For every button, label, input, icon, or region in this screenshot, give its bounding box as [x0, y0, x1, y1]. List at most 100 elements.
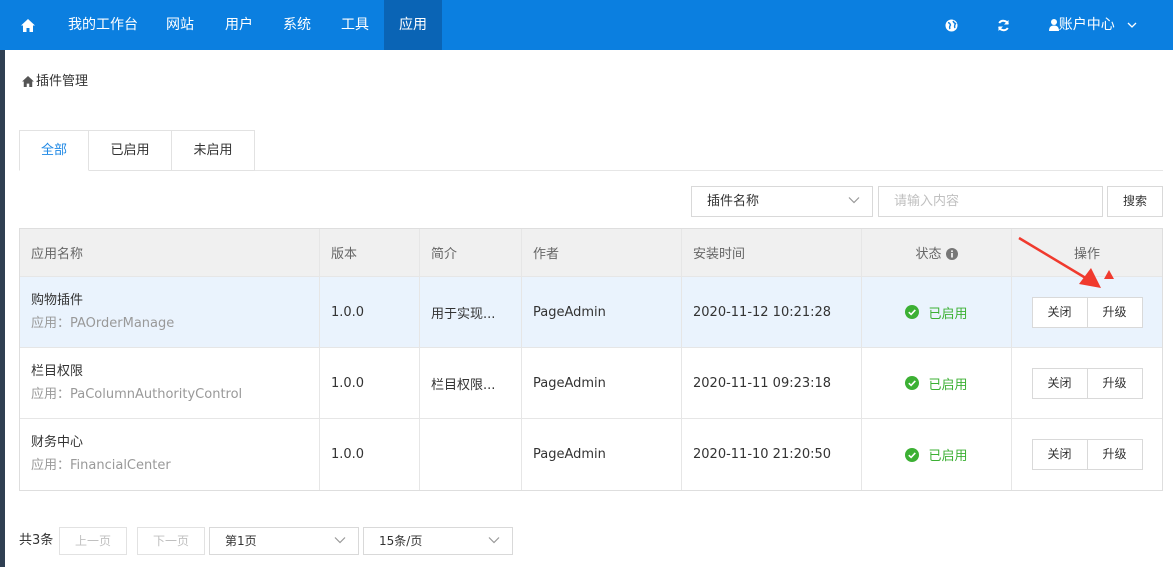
- app-code: 应用：PaColumnAuthorityControl: [31, 386, 243, 402]
- next-page-button[interactable]: 下一页: [137, 527, 205, 555]
- upgrade-button[interactable]: 升级: [1086, 439, 1143, 470]
- cell-installed: 2020-11-11 09:23:18: [682, 348, 862, 418]
- left-edge-strip: [0, 50, 5, 567]
- description: 栏目权限...: [431, 377, 496, 393]
- check-circle-icon: [905, 376, 920, 390]
- chevron-down-icon: [848, 197, 860, 204]
- author: PageAdmin: [533, 447, 606, 462]
- account-center-label: 账户中心: [1058, 17, 1115, 33]
- status-badge: 已启用: [905, 445, 968, 464]
- app-code: 应用：PAOrderManage: [31, 315, 175, 331]
- cell-actions: 关闭 升级: [1012, 419, 1162, 490]
- nav-system[interactable]: 系统: [268, 0, 326, 50]
- top-nav: 我的工作台 网站 用户 系统 工具 应用 账户中心: [0, 0, 1173, 50]
- col-header-name: 应用名称: [20, 229, 320, 276]
- home-icon: [22, 76, 34, 87]
- account-center-menu[interactable]: 账户中心: [1040, 0, 1146, 50]
- install-time: 2020-11-12 10:21:28: [693, 304, 832, 320]
- cell-installed: 2020-11-12 10:21:28: [682, 277, 862, 347]
- plugin-table: 应用名称 版本 简介 作者 安装时间 状态 操作 购物插件 应用：PAOrder…: [19, 228, 1163, 491]
- cell-author: PageAdmin: [522, 277, 682, 347]
- nav-website[interactable]: 网站: [150, 0, 210, 50]
- status-badge: 已启用: [905, 303, 968, 322]
- search-button[interactable]: 搜索: [1107, 186, 1163, 217]
- cell-actions: 关闭 升级: [1012, 348, 1162, 418]
- cell-author: PageAdmin: [522, 419, 682, 490]
- page-select-value: 第1页: [225, 534, 257, 548]
- cell-version: 1.0.0: [320, 419, 420, 490]
- pagination-total: 共3条: [19, 533, 54, 548]
- cell-desc: 用于实现...: [420, 277, 522, 347]
- status-label: 已启用: [928, 449, 968, 464]
- version: 1.0.0: [331, 304, 365, 320]
- cell-app-name: 栏目权限 应用：PaColumnAuthorityControl: [20, 348, 320, 418]
- search-field-value: 插件名称: [707, 194, 760, 209]
- globe-icon: [945, 19, 957, 31]
- col-header-status-label: 状态: [915, 247, 942, 262]
- author: PageAdmin: [533, 375, 606, 391]
- info-icon[interactable]: [945, 248, 958, 260]
- col-header-installed: 安装时间: [682, 229, 862, 276]
- col-header-desc: 简介: [420, 229, 522, 276]
- breadcrumb-label: 插件管理: [36, 74, 89, 89]
- refresh-icon: [997, 19, 1009, 31]
- prev-page-button[interactable]: 上一页: [59, 527, 127, 555]
- nav-home[interactable]: [0, 0, 56, 50]
- author: PageAdmin: [533, 304, 606, 320]
- cell-status: 已启用: [862, 348, 1012, 418]
- cell-desc: 栏目权限...: [420, 348, 522, 418]
- install-time: 2020-11-11 09:23:18: [693, 375, 832, 391]
- nav-users[interactable]: 用户: [210, 0, 268, 50]
- nav-tools[interactable]: 工具: [326, 0, 384, 50]
- close-button[interactable]: 关闭: [1031, 367, 1088, 399]
- search-field-select[interactable]: 插件名称: [691, 186, 873, 217]
- table-row: 财务中心 应用：FinancialCenter 1.0.0 PageAdmin …: [20, 419, 1162, 490]
- description: 用于实现...: [431, 306, 496, 322]
- tab-all[interactable]: 全部: [19, 130, 89, 171]
- tab-disabled[interactable]: 未启用: [171, 130, 255, 171]
- tab-enabled[interactable]: 已启用: [88, 130, 172, 171]
- annotation-arrow-icon: [1018, 236, 1114, 288]
- table-row: 栏目权限 应用：PaColumnAuthorityControl 1.0.0 栏…: [20, 348, 1162, 419]
- search-input[interactable]: [878, 186, 1103, 217]
- col-header-version: 版本: [320, 229, 420, 276]
- nav-refresh-button[interactable]: [986, 0, 1020, 50]
- cell-version: 1.0.0: [320, 277, 420, 347]
- page-size-select[interactable]: 15条/页: [363, 527, 513, 555]
- nav-globe-button[interactable]: [934, 0, 968, 50]
- page-size-value: 15条/页: [379, 534, 423, 548]
- chevron-down-icon: [1127, 22, 1137, 28]
- col-header-author: 作者: [522, 229, 682, 276]
- table-header: 应用名称 版本 简介 作者 安装时间 状态 操作: [20, 229, 1162, 277]
- app-name: 财务中心: [31, 435, 84, 450]
- status-label: 已启用: [928, 377, 968, 393]
- nav-workbench[interactable]: 我的工作台: [56, 0, 150, 50]
- cell-author: PageAdmin: [522, 348, 682, 418]
- cell-status: 已启用: [862, 419, 1012, 490]
- status-label: 已启用: [928, 306, 968, 322]
- col-header-status: 状态: [862, 229, 1012, 276]
- cell-app-name: 购物插件 应用：PAOrderManage: [20, 277, 320, 347]
- table-row: 购物插件 应用：PAOrderManage 1.0.0 用于实现... Page…: [20, 277, 1162, 348]
- status-badge: 已启用: [905, 374, 968, 393]
- cell-installed: 2020-11-10 21:20:50: [682, 419, 862, 490]
- home-icon: [21, 18, 35, 32]
- breadcrumb: 插件管理: [22, 72, 88, 92]
- check-circle-icon: [905, 447, 920, 462]
- upgrade-button[interactable]: 升级: [1086, 296, 1143, 328]
- install-time: 2020-11-10 21:20:50: [693, 447, 832, 462]
- check-circle-icon: [905, 305, 920, 319]
- upgrade-button[interactable]: 升级: [1086, 367, 1143, 399]
- app-code: 应用：FinancialCenter: [31, 458, 171, 473]
- chevron-down-icon: [334, 537, 346, 544]
- cell-version: 1.0.0: [320, 348, 420, 418]
- user-icon: [1048, 19, 1059, 31]
- cell-status: 已启用: [862, 277, 1012, 347]
- nav-apps[interactable]: 应用: [384, 0, 442, 50]
- close-button[interactable]: 关闭: [1031, 296, 1088, 328]
- chevron-down-icon: [488, 537, 500, 544]
- page-select[interactable]: 第1页: [209, 527, 359, 555]
- cell-desc: [420, 419, 522, 490]
- app-name: 购物插件: [31, 292, 84, 308]
- close-button[interactable]: 关闭: [1031, 439, 1088, 470]
